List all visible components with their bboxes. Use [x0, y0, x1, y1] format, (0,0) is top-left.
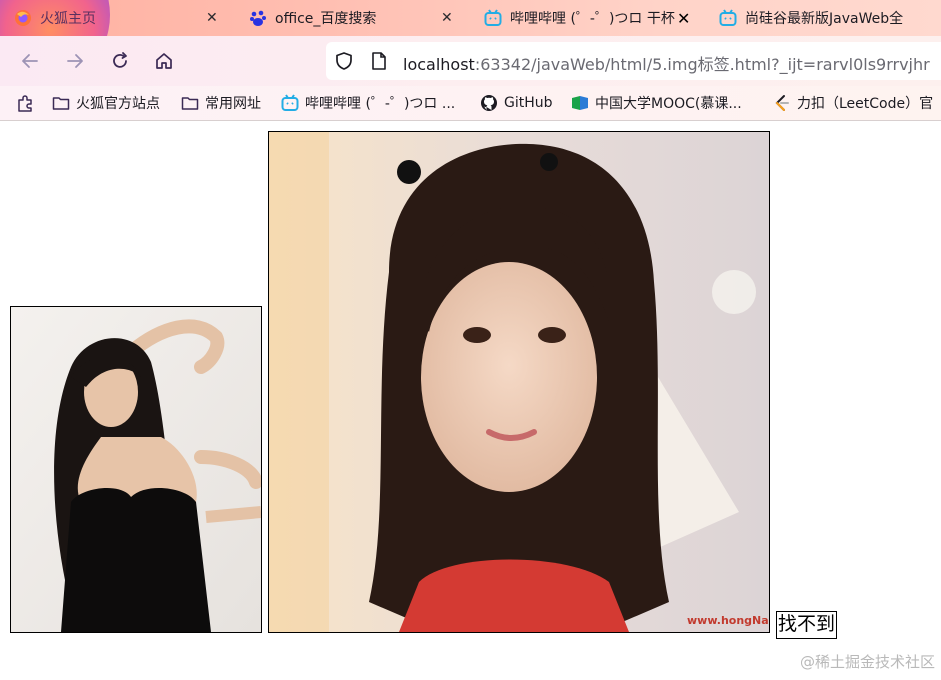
tab-baidu[interactable]: office_百度搜索 ✕: [249, 0, 453, 36]
bookmark-label: 力扣（LeetCode）官: [797, 96, 934, 112]
tab-javaweb[interactable]: 尚硅谷最新版JavaWeb全: [719, 0, 941, 36]
image-watermark: www.hongName.com: [687, 614, 769, 627]
bookmark-common-sites[interactable]: 常用网址: [181, 86, 261, 120]
arrow-left-icon: [22, 54, 38, 68]
close-icon[interactable]: ✕: [441, 10, 453, 26]
bilibili-icon: [484, 9, 502, 27]
url-path: :63342/javaWeb/html/5.img标签.html?_ijt=ra…: [474, 55, 930, 74]
photo-woman-portrait: www.hongName.com: [268, 131, 770, 633]
bookmark-firefox-official[interactable]: 火狐官方站点: [52, 86, 160, 120]
baidu-icon: [249, 9, 267, 27]
tab-title: 尚硅谷最新版JavaWeb全: [745, 11, 904, 27]
tab-title: office_百度搜索: [275, 11, 377, 27]
tab-firefox-home[interactable]: 火狐主页 ✕: [14, 0, 218, 36]
folder-icon: [181, 97, 199, 110]
shield-icon[interactable]: [334, 51, 354, 75]
bookmark-label: GitHub: [504, 95, 553, 111]
close-icon[interactable]: ✕: [206, 10, 218, 26]
tab-title: 哔哩哔哩 (゜-゜)つロ 干杯: [510, 11, 675, 27]
portrait-image: www.hongName.com: [269, 132, 769, 632]
bilibili-icon: [281, 94, 299, 111]
bookmark-github[interactable]: GitHub: [480, 86, 553, 120]
address-bar[interactable]: localhost:63342/javaWeb/html/5.img标签.htm…: [326, 42, 941, 80]
tab-strip: 火狐主页 ✕ office_百度搜索 ✕ 哔哩哔哩 (゜-゜)つロ 干杯 ✕ 尚…: [0, 0, 941, 36]
leetcode-icon: [775, 95, 789, 111]
back-button[interactable]: [18, 49, 42, 73]
forward-button[interactable]: [63, 49, 87, 73]
close-icon[interactable]: ✕: [677, 9, 690, 28]
reload-icon: [113, 52, 127, 68]
home-button[interactable]: [152, 49, 176, 73]
mooc-icon: [572, 96, 588, 110]
bookmark-extensions[interactable]: [16, 86, 40, 120]
bookmark-mooc[interactable]: 中国大学MOOC(慕课...: [571, 86, 742, 120]
bookmarks-toolbar: 火狐官方站点 常用网址 哔哩哔哩 (゜-゜)つロ ... GitHub 中国大学…: [0, 86, 941, 121]
bilibili-icon: [719, 9, 737, 27]
portrait-image: [11, 307, 261, 632]
bookmark-label: 常用网址: [205, 96, 261, 112]
url-host: localhost: [403, 55, 475, 74]
folder-icon: [52, 97, 70, 110]
page-icon[interactable]: [370, 51, 388, 75]
bookmark-bilibili[interactable]: 哔哩哔哩 (゜-゜)つロ ...: [281, 86, 455, 120]
tab-bilibili[interactable]: 哔哩哔哩 (゜-゜)つロ 干杯: [484, 0, 692, 36]
tab-title: 火狐主页: [40, 11, 96, 27]
url-text[interactable]: localhost:63342/javaWeb/html/5.img标签.htm…: [403, 51, 930, 75]
bookmark-label: 中国大学MOOC(慕课...: [595, 96, 742, 112]
home-icon: [156, 53, 172, 69]
firefox-icon: [14, 9, 32, 27]
bookmark-leetcode[interactable]: 力扣（LeetCode）官: [773, 86, 933, 120]
bookmark-label: 火狐官方站点: [76, 96, 160, 112]
github-icon: [481, 95, 497, 111]
extension-icon: [18, 95, 32, 112]
photo-woman-black-dress: [10, 306, 262, 633]
bookmark-label: 哔哩哔哩 (゜-゜)つロ ...: [305, 96, 456, 112]
reload-button[interactable]: [108, 49, 132, 73]
broken-image-alt-text: 找不到: [776, 611, 838, 639]
arrow-right-icon: [67, 54, 83, 68]
site-watermark: @稀土掘金技术社区: [799, 653, 935, 671]
